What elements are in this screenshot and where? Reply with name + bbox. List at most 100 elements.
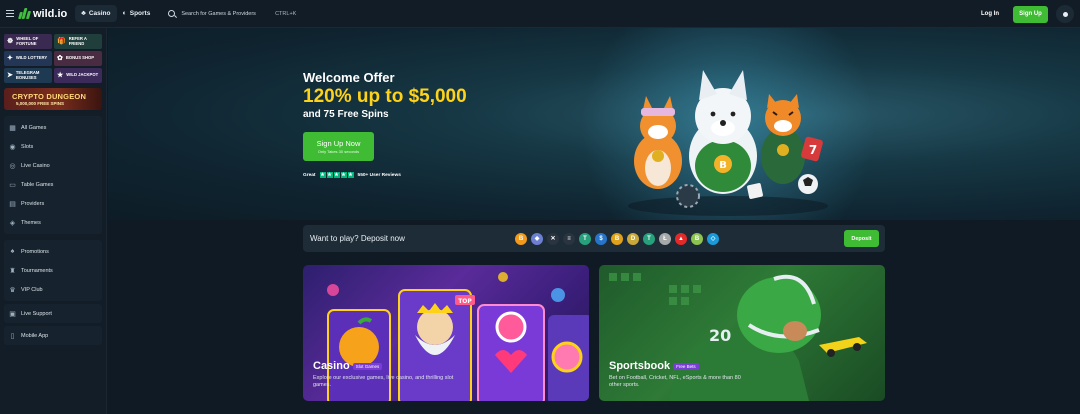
promo-label: Bonus Shop xyxy=(65,55,95,61)
logo-mark-icon xyxy=(18,8,32,19)
sidebar-mobile-group: ▯ Mobile App xyxy=(4,326,102,345)
vip-icon: ♛ xyxy=(9,286,16,294)
sidebar: ☸ Wheel of Fortune 🎁 Refer a Friend ✦ Wild … xyxy=(0,28,107,414)
wolf-mascot-icon: B xyxy=(689,70,757,194)
tab-casino[interactable]: ♣ Casino xyxy=(75,5,117,22)
rating-label: Great xyxy=(303,172,316,178)
search-shortcut: CTRL+K xyxy=(275,10,297,17)
sidebar-promo-shop[interactable]: ✿ Bonus Shop xyxy=(54,51,102,66)
cta-label: Sign Up Now xyxy=(316,139,361,148)
sidebar-item-table-games[interactable]: ▭ Table Games xyxy=(4,175,102,194)
sidebar-item-label: Providers xyxy=(21,200,45,207)
casino-desc-line: Explore our exclusive games, live casino… xyxy=(313,375,454,381)
hero-signup-button[interactable]: Sign Up Now Only Takes 30 seconds xyxy=(303,132,374,161)
sidebar-promo-telegram[interactable]: ➤ Telegram Bonuses xyxy=(4,68,52,83)
sportsbook-card[interactable]: 20 Sportsbook Free Bets Bet on Football,… xyxy=(599,265,885,401)
sidebar-item-label: Live Support xyxy=(21,310,52,317)
sportsbook-tag: Free Bets xyxy=(673,362,699,370)
sidebar-item-slots[interactable]: ◉ Slots xyxy=(4,137,102,156)
sidebar-item-all-games[interactable]: ▦ All Games xyxy=(4,118,102,137)
crypto-dungeon-banner[interactable]: CRYPTO DUNGEON 5,000,000 FREE SPINS xyxy=(4,88,102,110)
casino-tag: Slot Games xyxy=(352,362,383,370)
trophy-icon: ♜ xyxy=(9,267,16,275)
banner-title: CRYPTO DUNGEON xyxy=(12,92,87,101)
sidebar-item-mobile-app[interactable]: ▯ Mobile App xyxy=(4,326,102,345)
banner-subtitle: 5,000,000 FREE SPINS xyxy=(16,101,65,106)
tab-sports[interactable]: ◐ Sports xyxy=(117,5,157,22)
sports-ball-icon: ◐ xyxy=(122,10,127,17)
slot-icon: ◉ xyxy=(9,143,16,151)
solana-coin-icon: ≡ xyxy=(563,232,575,245)
sidebar-promo-wheel[interactable]: ☸ Wheel of Fortune xyxy=(4,34,52,49)
sidebar-promo-group: ♠ Promotions ♜ Tournaments ♛ VIP Club xyxy=(4,240,102,301)
sidebar-item-label: All Games xyxy=(21,124,47,131)
svg-text:TOP: TOP xyxy=(458,298,472,305)
sidebar-item-themes[interactable]: ◈ Themes xyxy=(4,213,102,232)
promo-label: Refer a Friend xyxy=(68,35,87,46)
hero-subline: and 75 Free Spins xyxy=(303,109,389,120)
sidebar-games-group: ▦ All Games ◉ Slots ◎ Live Casino ▭ Table Ga… xyxy=(4,116,102,234)
sidebar-item-promotions[interactable]: ♠ Promotions xyxy=(4,242,102,261)
sidebar-item-live-casino[interactable]: ◎ Live Casino xyxy=(4,156,102,175)
sidebar-item-label: Slots xyxy=(21,143,34,150)
jackpot-icon: ★ xyxy=(57,71,64,79)
tether-coin-icon: T xyxy=(579,232,591,245)
casino-card-title: Casino Slot Games xyxy=(313,360,383,372)
svg-text:B: B xyxy=(719,160,727,171)
sidebar-promo-lottery[interactable]: ✦ Wild Lottery xyxy=(4,51,52,66)
casino-icon: ♣ xyxy=(81,10,86,17)
cards-icon: ▭ xyxy=(9,181,16,189)
casino-card[interactable]: TOP Casino Slot Games Explore our exclus… xyxy=(303,265,589,401)
signup-button[interactable]: Sign Up xyxy=(1013,5,1048,23)
tiger-mascot-icon: 7 xyxy=(761,94,823,184)
reviews-count: 550+ User Reviews xyxy=(357,172,401,178)
sidebar-promo-jackpot[interactable]: ★ Wild Jackpot xyxy=(54,68,102,83)
menu-icon[interactable] xyxy=(6,9,14,18)
account-icon[interactable] xyxy=(1056,5,1074,23)
trustpilot-rating[interactable]: Great ★ ★ ★ ★ ★ 550+ User Reviews xyxy=(303,172,401,178)
sidebar-support-group: ▣ Live Support xyxy=(4,304,102,323)
cta-sublabel: Only Takes 30 seconds xyxy=(317,149,360,154)
casino-desc-line: games. xyxy=(313,382,332,389)
tab-casino-label: Casino xyxy=(88,10,111,17)
fox-mascot-icon xyxy=(634,96,682,189)
gift-icon: 🎁 xyxy=(57,37,66,45)
sidebar-promo-refer[interactable]: 🎁 Refer a Friend xyxy=(54,34,102,49)
tab-sports-label: Sports xyxy=(129,10,151,17)
providers-icon: ▤ xyxy=(9,200,16,208)
ethereum-coin-icon: ◆ xyxy=(531,232,543,245)
crypto-coins: B ◆ ✕ ≡ T $ B D T Ł ▲ B ◇ xyxy=(515,232,719,245)
sidebar-item-providers[interactable]: ▤ Providers xyxy=(4,194,102,213)
sidebar-item-label: VIP Club xyxy=(21,286,43,293)
sidebar-item-live-support[interactable]: ▣ Live Support xyxy=(4,304,102,323)
usdc-coin-icon: $ xyxy=(595,232,607,245)
sportsbook-desc-line: Bet on Football, Cricket, NFL, eSports &… xyxy=(609,375,741,381)
search-input[interactable]: Search for Games & Providers CTRL+K xyxy=(162,5,302,23)
sportsbook-card-description: Bet on Football, Cricket, NFL, eSports &… xyxy=(609,375,741,390)
deposit-label: Want to play? Deposit now xyxy=(310,234,405,243)
mobile-icon: ▯ xyxy=(10,332,15,340)
binance-coin-icon: ◇ xyxy=(707,232,719,245)
sidebar-item-tournaments[interactable]: ♜ Tournaments xyxy=(4,261,102,280)
dogecoin-coin-icon: D xyxy=(627,232,639,245)
promo-label: Telegram Bonuses xyxy=(15,69,40,80)
hero-headline: 120% up to $5,000 xyxy=(303,86,467,107)
sidebar-item-label: Themes xyxy=(21,219,41,226)
xrp-coin-icon: ✕ xyxy=(547,232,559,245)
wheel-icon: ☸ xyxy=(7,37,14,45)
hero-welcome: Welcome Offer xyxy=(303,70,395,85)
sidebar-item-vip-club[interactable]: ♛ VIP Club xyxy=(4,280,102,299)
promo-label: Wheel of Fortune xyxy=(16,35,39,46)
chat-icon: ▣ xyxy=(9,310,16,318)
sportsbook-desc-line: other sports. xyxy=(609,382,640,389)
hero-banner: B 7 Welcome Offer 120% up to $5,000 and … xyxy=(108,28,1080,220)
mascots-illustration: B 7 xyxy=(628,70,828,216)
login-button[interactable]: Log In xyxy=(981,11,999,17)
svg-text:20: 20 xyxy=(709,326,731,345)
deposit-button[interactable]: Deposit xyxy=(844,230,879,247)
brand-logo[interactable]: wild.io xyxy=(18,8,67,20)
live-icon: ◎ xyxy=(9,162,16,170)
promo-label: Wild Jackpot xyxy=(66,72,99,78)
telegram-icon: ➤ xyxy=(7,71,13,79)
bitcoin-sv-coin-icon: B xyxy=(691,232,703,245)
